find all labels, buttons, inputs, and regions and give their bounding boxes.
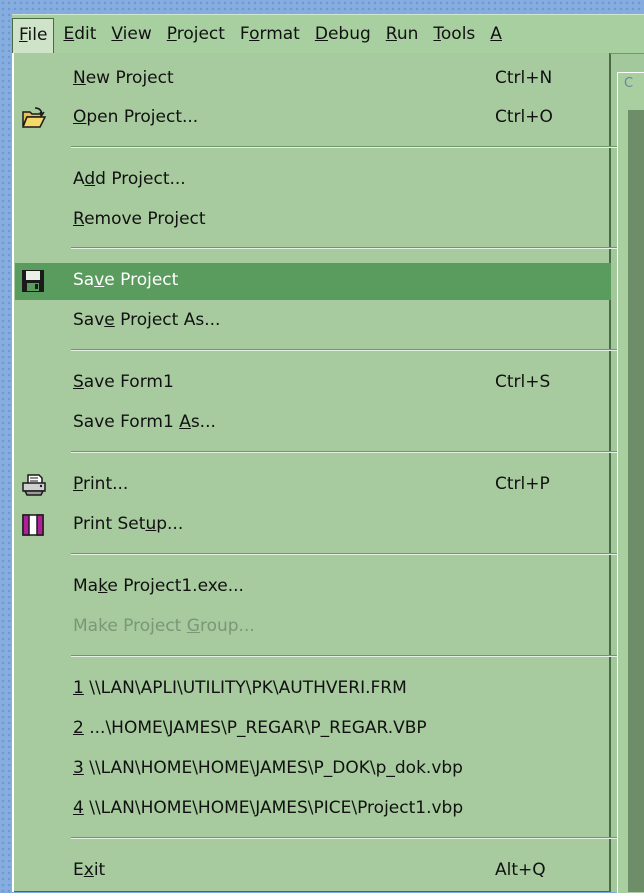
menu-item-new-project[interactable]: New Project Ctrl+N: [15, 61, 611, 98]
menu-item-save-project[interactable]: Save Project: [15, 263, 611, 300]
menu-separator: [71, 655, 617, 657]
menu-item-exit[interactable]: Exit Alt+Q: [15, 853, 611, 890]
menu-item-label: Remove Project: [73, 209, 206, 229]
printer-icon: [21, 473, 47, 497]
menu-item-label: Save Project As...: [73, 310, 221, 330]
menu-item-print-setup[interactable]: Print Setup...: [15, 507, 611, 544]
menubar-view[interactable]: View: [105, 18, 157, 50]
menu-item-make-project-exe[interactable]: Make Project1.exe...: [15, 569, 611, 606]
menubar-run[interactable]: Run: [380, 18, 425, 50]
menu-separator: [71, 451, 617, 453]
menu-separator: [71, 146, 617, 148]
menu-item-shortcut: Ctrl+N: [495, 68, 553, 88]
menu-separator: [71, 553, 617, 555]
print-setup-icon: [21, 513, 47, 537]
menubar-tools[interactable]: Tools: [427, 18, 481, 50]
open-folder-icon: [21, 106, 47, 130]
menu-item-label: Print Setup...: [73, 514, 184, 534]
floppy-disk-icon: [21, 269, 47, 293]
menu-item-label: Exit: [73, 860, 106, 880]
menubar-add-ins[interactable]: A: [484, 18, 508, 50]
menu-item-label: 1 \\LAN\APLI\UTILITY\PK\AUTHVERI.FRM: [73, 678, 407, 698]
menu-separator: [71, 247, 617, 249]
menu-item-label: 2 ...\HOME\JAMES\P_REGAR\P_REGAR.VBP: [73, 718, 427, 738]
menu-item-label: Save Form1 As...: [73, 412, 216, 432]
menu-item-make-project-group: Make Project Group...: [15, 609, 611, 646]
menu-bar: File Edit View Project Format Debug Run …: [12, 14, 644, 54]
menu-item-add-project[interactable]: Add Project...: [15, 162, 611, 199]
menu-item-print[interactable]: Print... Ctrl+P: [15, 467, 611, 504]
menu-item-label: Save Form1: [73, 372, 174, 392]
menu-item-label: Save Project: [73, 270, 179, 290]
menu-item-label: Add Project...: [73, 169, 186, 189]
menu-item-recent-1[interactable]: 1 \\LAN\APLI\UTILITY\PK\AUTHVERI.FRM: [15, 671, 611, 708]
menu-item-label: 4 \\LAN\HOME\HOME\JAMES\PICE\Project1.vb…: [73, 798, 464, 818]
menu-item-label: Make Project Group...: [73, 616, 255, 636]
menu-item-recent-2[interactable]: 2 ...\HOME\JAMES\P_REGAR\P_REGAR.VBP: [15, 711, 611, 748]
menu-item-save-project-as[interactable]: Save Project As...: [15, 303, 611, 340]
menubar-format[interactable]: Format: [234, 18, 306, 50]
menu-item-shortcut: Ctrl+O: [495, 107, 553, 127]
menu-item-shortcut: Ctrl+P: [495, 474, 550, 494]
menu-separator: [71, 837, 617, 839]
menu-separator: [71, 349, 617, 351]
menu-item-label: 3 \\LAN\HOME\HOME\JAMES\P_DOK\p_dok.vbp: [73, 758, 463, 778]
menubar-debug[interactable]: Debug: [309, 18, 377, 50]
menu-item-recent-4[interactable]: 4 \\LAN\HOME\HOME\JAMES\PICE\Project1.vb…: [15, 791, 611, 828]
menu-item-save-form1[interactable]: Save Form1 Ctrl+S: [15, 365, 611, 402]
background-window-tab: C: [624, 76, 634, 91]
menu-item-open-project[interactable]: Open Project... Ctrl+O: [15, 100, 611, 137]
menu-item-shortcut: Alt+Q: [495, 860, 546, 880]
menubar-project[interactable]: Project: [161, 18, 231, 50]
menu-item-label: New Project: [73, 68, 174, 88]
menu-left-highlight: [12, 53, 14, 892]
menu-item-shortcut: Ctrl+S: [495, 372, 551, 392]
menubar-edit[interactable]: Edit: [57, 18, 102, 50]
background-window-shadow: [628, 110, 644, 892]
menu-item-remove-project[interactable]: Remove Project: [15, 202, 611, 239]
menu-item-label: Open Project...: [73, 107, 199, 127]
file-menu-dropdown: New Project Ctrl+N Open Project... Ctrl+…: [12, 53, 617, 892]
menu-item-label: Print...: [73, 474, 129, 494]
menu-item-recent-3[interactable]: 3 \\LAN\HOME\HOME\JAMES\P_DOK\p_dok.vbp: [15, 751, 611, 788]
menu-item-save-form1-as[interactable]: Save Form1 As...: [15, 405, 611, 442]
menubar-file[interactable]: File: [12, 18, 55, 53]
menu-item-label: Make Project1.exe...: [73, 576, 244, 596]
